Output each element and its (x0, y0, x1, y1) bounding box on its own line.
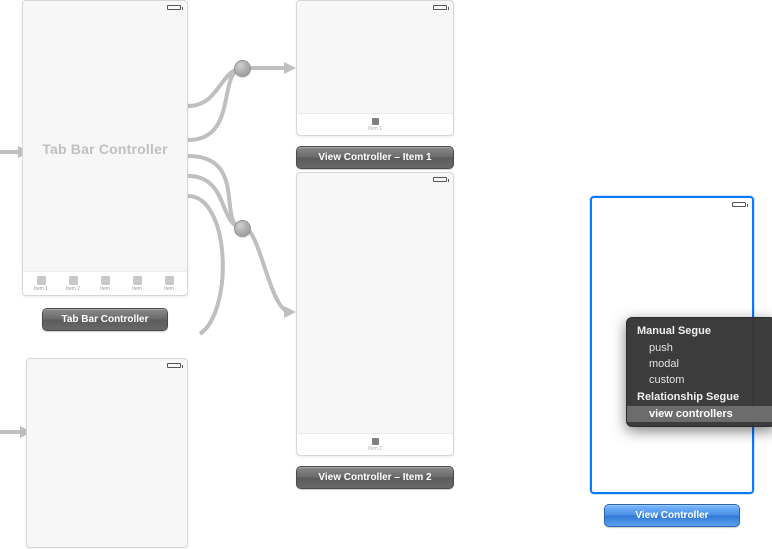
tab-bar-item-label: Item (100, 286, 110, 292)
tab-bar-item-label: Item 2 (66, 286, 80, 292)
square-icon (133, 276, 142, 285)
battery-icon (167, 363, 181, 368)
tab-bar-item-label: Item (164, 286, 174, 292)
segue-node[interactable] (234, 220, 251, 237)
square-icon (165, 276, 174, 285)
menu-header: Manual Segue (627, 322, 772, 340)
scene-tab-bar-controller[interactable]: Tab Bar Controller Item 1 Item 2 Item It… (22, 0, 188, 296)
segue-node[interactable] (234, 60, 251, 77)
square-icon (372, 438, 379, 445)
menu-item-custom[interactable]: custom (627, 372, 772, 388)
tab-bar-item[interactable]: Item (91, 276, 119, 292)
scene-caption-item2[interactable]: View Controller – Item 2 (296, 466, 454, 489)
square-icon (69, 276, 78, 285)
battery-icon (167, 5, 181, 10)
scene-caption-selected[interactable]: View Controller (604, 504, 740, 527)
tab-bar-item[interactable]: Item (123, 276, 151, 292)
tab-bar-item[interactable]: Item 2 (59, 276, 87, 292)
battery-icon (433, 5, 447, 10)
tab-bar: Item 2 (297, 433, 453, 455)
scene-caption-item1[interactable]: View Controller – Item 1 (296, 146, 454, 169)
tab-bar-item-label: Item 2 (368, 446, 382, 452)
menu-item-view-controllers[interactable]: view controllers (627, 406, 772, 422)
tab-bar-item-label: Item 1 (34, 286, 48, 292)
square-icon (101, 276, 110, 285)
scene-caption-tab-bar-controller[interactable]: Tab Bar Controller (42, 308, 168, 331)
tab-bar-item-label: Item 1 (368, 126, 382, 132)
scene-view-controller-item1[interactable]: Item 1 (296, 0, 454, 136)
menu-item-push[interactable]: push (627, 340, 772, 356)
tab-bar-item[interactable]: Item (155, 276, 183, 292)
scene-placeholder-title: Tab Bar Controller (23, 141, 187, 157)
tab-bar-item-label: Item (132, 286, 142, 292)
square-icon (372, 118, 379, 125)
menu-item-modal[interactable]: modal (627, 356, 772, 372)
scene-partial-bottom[interactable] (26, 358, 188, 548)
tab-bar: Item 1 (297, 113, 453, 135)
battery-icon (433, 177, 447, 182)
square-icon (37, 276, 46, 285)
tab-bar-item[interactable]: Item 1 (27, 276, 55, 292)
scene-view-controller-item2[interactable]: Item 2 (296, 172, 454, 456)
tab-bar: Item 1 Item 2 Item Item Item (23, 271, 187, 295)
menu-header: Relationship Segue (627, 388, 772, 406)
segue-popup-menu: Manual Segue push modal custom Relations… (626, 317, 772, 427)
battery-icon (732, 202, 746, 207)
